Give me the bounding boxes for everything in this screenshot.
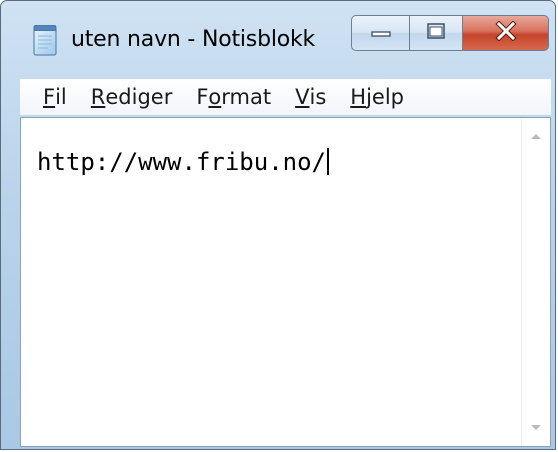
maximize-icon [426,22,446,45]
vertical-scrollbar[interactable] [521,118,550,446]
menu-edit-label: ediger [105,85,173,109]
editor-content: http://www.fribu.no/ [37,148,326,176]
close-button[interactable] [463,15,549,51]
scroll-down-button[interactable] [522,414,550,442]
menu-bar: Fil Rediger Fo rmat Vis Hjelp [20,79,551,116]
scroll-up-button[interactable] [522,122,550,150]
caption-buttons [351,15,549,51]
minimize-icon [370,24,392,43]
window-title: uten navn - Notisblokk [71,27,316,52]
menu-view-label: is [309,85,327,109]
menu-format[interactable]: Fo rmat [187,79,280,115]
menu-file[interactable]: Fil [34,79,76,115]
minimize-button[interactable] [351,15,409,51]
menu-view[interactable]: Vis [286,79,335,115]
menu-help-label: jelp [366,85,404,109]
menu-help-accelerator: H [350,85,367,109]
menu-format-label-start: F [196,85,209,109]
scroll-up-arrow-icon [530,127,542,145]
maximize-button[interactable] [409,15,463,51]
menu-edit-accelerator: R [90,85,106,109]
text-caret [326,148,329,175]
menu-format-accelerator: o [208,85,222,109]
title-bar[interactable]: uten navn - Notisblokk [1,1,555,79]
editor-text[interactable]: http://www.fribu.no/ [37,148,329,176]
notepad-window: uten navn - Notisblokk F il R ediger F o… [0,0,556,450]
close-icon [494,19,517,46]
scroll-down-arrow-icon [530,419,542,437]
menu-view-accelerator: V [295,85,310,109]
menu-help[interactable]: Hjelp [341,79,413,115]
text-editor[interactable]: http://www.fribu.no/ [20,117,551,447]
menu-format-label: rmat [221,85,272,109]
menu-file-accelerator: F [43,85,56,109]
notepad-app-icon[interactable] [31,24,59,57]
menu-file-label: il [55,85,67,109]
menu-edit[interactable]: Rediger [82,79,182,115]
